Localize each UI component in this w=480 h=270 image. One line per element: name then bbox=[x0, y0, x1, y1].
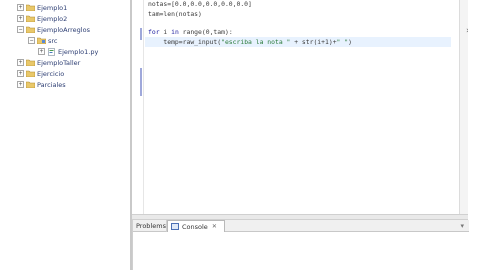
window-edge bbox=[468, 0, 480, 270]
project-folder-icon bbox=[26, 15, 35, 22]
tree-item-label: EjemploTaller bbox=[37, 58, 81, 67]
change-marker bbox=[140, 28, 142, 40]
expand-icon[interactable]: + bbox=[17, 59, 24, 66]
tree-item-label: Ejemplo2 bbox=[37, 14, 68, 23]
expand-icon[interactable]: + bbox=[38, 48, 45, 55]
tree-item-ejemploarreglos[interactable]: − EjemploArreglos bbox=[0, 24, 130, 35]
tab-label: Problems bbox=[136, 222, 166, 230]
code-line-1[interactable]: notas=[0.0,0.0,0.0,0.0,0.0] bbox=[148, 0, 458, 9]
collapse-icon[interactable]: − bbox=[17, 26, 24, 33]
project-folder-icon bbox=[26, 59, 35, 66]
bottom-panel: Problems Console ✕ ▾ bbox=[132, 220, 469, 270]
python-file-icon bbox=[47, 48, 56, 56]
tree-item-label: Ejemplo1 bbox=[37, 3, 68, 12]
code-line-4[interactable]: for i in range(0,tam): bbox=[148, 27, 458, 37]
expand-icon[interactable]: + bbox=[17, 70, 24, 77]
collapse-icon[interactable]: − bbox=[28, 37, 35, 44]
change-marker bbox=[140, 68, 142, 96]
project-folder-icon bbox=[26, 81, 35, 88]
bottom-tab-strip: Problems Console ✕ ▾ bbox=[133, 220, 469, 232]
project-tree: + Ejemplo1 + Ejemplo2 − EjemploArreglos … bbox=[0, 2, 130, 90]
tab-label: Console bbox=[182, 222, 208, 231]
expand-icon[interactable]: + bbox=[17, 15, 24, 22]
close-icon[interactable]: ✕ bbox=[212, 223, 217, 230]
tree-item-ejercicio[interactable]: + Ejercicio bbox=[0, 68, 130, 79]
tree-item-ejemplo1[interactable]: + Ejemplo1 bbox=[0, 2, 130, 13]
project-folder-icon bbox=[26, 26, 35, 33]
source-folder-icon bbox=[37, 37, 46, 44]
tree-item-parciales[interactable]: + Parciales bbox=[0, 79, 130, 90]
tree-item-ejemplotaller[interactable]: + EjemploTaller bbox=[0, 57, 130, 68]
tree-item-label: Ejercicio bbox=[37, 69, 65, 78]
tab-console[interactable]: Console ✕ bbox=[167, 220, 225, 232]
tree-item-label: Ejemplo1.py bbox=[58, 47, 99, 56]
tab-problems[interactable]: Problems bbox=[133, 220, 167, 232]
code-line-5-current[interactable]: temp=raw_input("escriba la nota " + str(… bbox=[145, 37, 451, 47]
tree-item-label: Parciales bbox=[37, 80, 66, 89]
tree-item-src[interactable]: − src bbox=[0, 35, 130, 46]
project-folder-icon bbox=[26, 70, 35, 77]
view-menu-icon[interactable]: ▾ bbox=[460, 222, 464, 230]
tree-item-label: src bbox=[48, 36, 58, 45]
tree-item-ejemplo1-py[interactable]: + Ejemplo1.py bbox=[0, 46, 130, 57]
expand-icon[interactable]: + bbox=[17, 81, 24, 88]
project-folder-icon bbox=[26, 4, 35, 11]
code-line-2[interactable]: tam=len(notas) bbox=[148, 9, 458, 19]
editor-gutter bbox=[134, 0, 144, 214]
tree-item-label: EjemploArreglos bbox=[37, 25, 90, 34]
package-explorer: + Ejemplo1 + Ejemplo2 − EjemploArreglos … bbox=[0, 0, 132, 270]
code-editor[interactable]: notas=[0.0,0.0,0.0,0.0,0.0] tam=len(nota… bbox=[145, 0, 459, 214]
expand-icon[interactable]: + bbox=[17, 4, 24, 11]
tree-item-ejemplo2[interactable]: + Ejemplo2 bbox=[0, 13, 130, 24]
console-icon bbox=[171, 223, 179, 230]
